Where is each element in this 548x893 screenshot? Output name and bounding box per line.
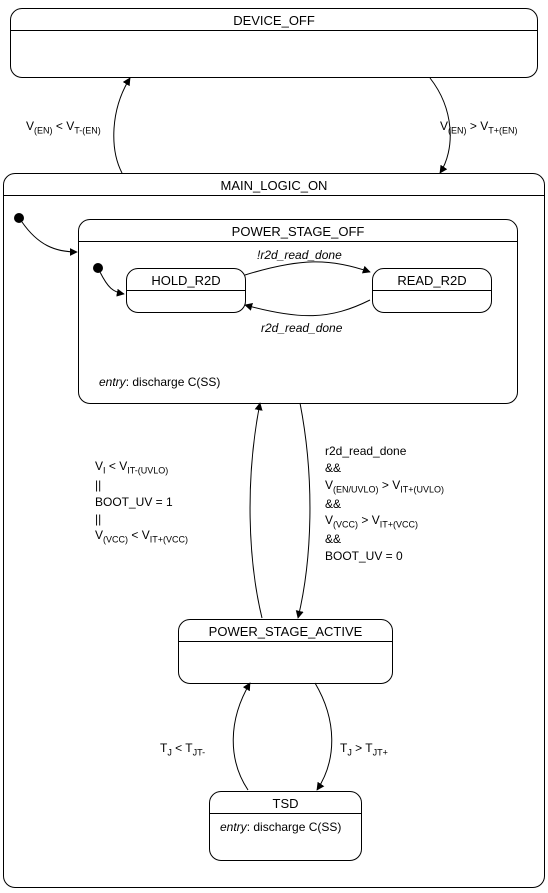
edge-label: VI < VIT-(UVLO) || BOOT_UV = 1 || V(VCC)… — [95, 458, 188, 546]
state-title: DEVICE_OFF — [11, 9, 537, 31]
state-main-logic-on: MAIN_LOGIC_ON POWER_STAGE_OFF HOLD_R2D R… — [3, 173, 545, 888]
state-read-r2d: READ_R2D — [372, 268, 492, 313]
state-hold-r2d: HOLD_R2D — [126, 268, 246, 313]
edge-label: r2d_read_done && V(EN/UVLO) > VIT+(UVLO)… — [325, 443, 444, 565]
initial-dot-icon — [93, 263, 103, 273]
initial-dot-icon — [14, 213, 24, 223]
state-title: TSD — [210, 792, 361, 814]
state-power-stage-active: POWER_STAGE_ACTIVE — [178, 619, 393, 684]
entry-action: entry: discharge C(SS) — [89, 369, 230, 395]
state-device-off: DEVICE_OFF — [10, 8, 538, 78]
edge-label: TJ < V < TJT- — [160, 740, 205, 759]
edge-label: r2d_read_done — [261, 320, 342, 337]
state-title: HOLD_R2D — [127, 269, 245, 291]
entry-action: entry: discharge C(SS) — [210, 814, 361, 840]
state-title: POWER_STAGE_OFF — [79, 220, 517, 242]
state-tsd: TSD entry: discharge C(SS) — [209, 791, 362, 861]
state-title: READ_R2D — [373, 269, 491, 291]
state-title: POWER_STAGE_ACTIVE — [179, 620, 392, 642]
edge-label: V(EN) < VT-(EN) — [26, 118, 101, 137]
edge-label: V(EN) > VT+(EN) — [440, 118, 517, 137]
edge-label: TJ > TJT+ — [340, 740, 388, 759]
edge-label: !r2d_read_done — [257, 247, 342, 264]
state-title: MAIN_LOGIC_ON — [4, 174, 544, 196]
